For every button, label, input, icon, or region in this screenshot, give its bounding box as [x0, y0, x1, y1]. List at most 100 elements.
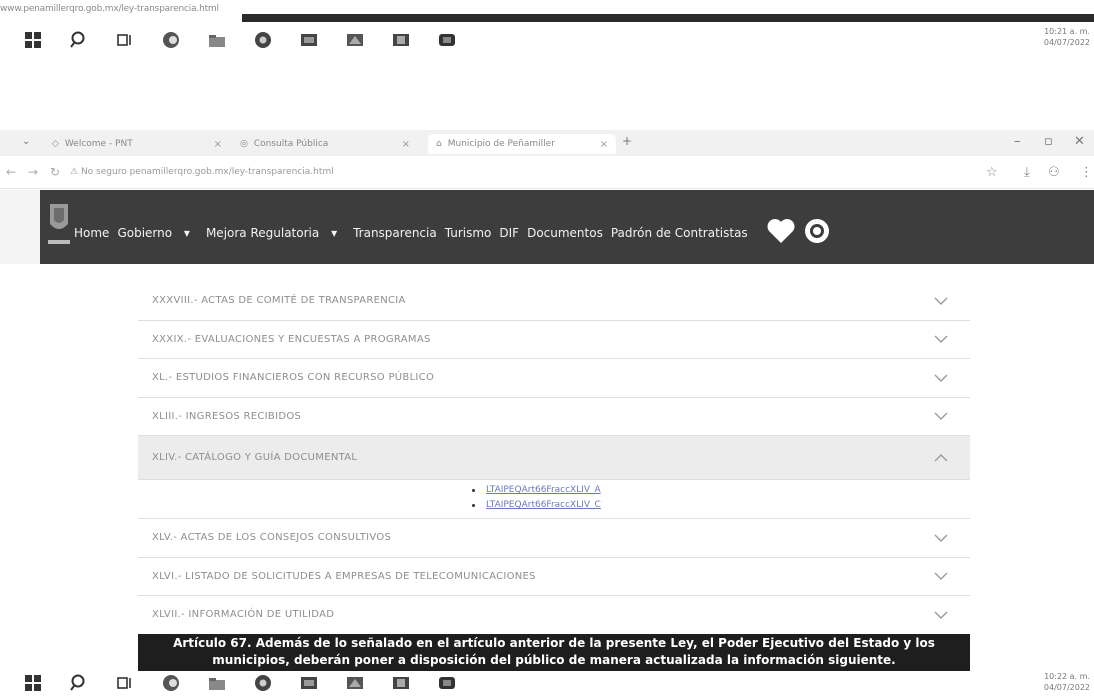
warning-icon: ⚠	[70, 167, 79, 177]
nav-transparencia[interactable]: Transparencia	[353, 226, 437, 240]
eye-accessibility-icon[interactable]	[804, 218, 830, 247]
accordion-item-label: XLVII.- INFORMACIÓN DE UTILIDAD	[152, 609, 335, 621]
close-window-icon[interactable]: ✕	[1074, 134, 1085, 149]
edge-icon[interactable]	[160, 31, 182, 49]
media-icon[interactable]	[436, 31, 458, 49]
browser-tab-strip: ⌄ ◇ Welcome - PNT × ◎ Consulta Pública ×…	[0, 130, 1094, 156]
accordion-item[interactable]: XLIII.- INGRESOS RECIBIDOS	[138, 398, 970, 436]
accordion-item[interactable]: XL.- ESTUDIOS FINANCIEROS CON RECURSO PÚ…	[138, 359, 970, 398]
site-navigation: Home Gobierno ▾ Mejora Regulatoria ▾ Tra…	[74, 218, 838, 247]
taskbar-bottom: 10:22 a. m. 04/07/2022	[0, 669, 1094, 697]
accordion-item[interactable]: XXXIX.- EVALUACIONES Y ENCUESTAS A PROGR…	[138, 321, 970, 359]
document-link[interactable]: LTAIPEQArt66FraccXLIV_C	[472, 498, 601, 513]
search-icon[interactable]	[68, 31, 90, 49]
dropdown-caret-icon: ▾	[331, 225, 338, 240]
accordion-item[interactable]: XXXVIII.- ACTAS DE COMITÉ DE TRANSPARENC…	[138, 282, 970, 321]
app-icon[interactable]	[298, 674, 320, 692]
chrome-icon[interactable]	[252, 674, 274, 692]
chevron-down-icon	[934, 534, 948, 542]
chrome-icon[interactable]	[252, 31, 274, 49]
nav-home[interactable]: Home	[74, 226, 109, 240]
clock-date: 04/07/2022	[1043, 38, 1090, 47]
document-link[interactable]: LTAIPEQArt66FraccXLIV_A	[472, 483, 601, 498]
tab-search-chevron-icon[interactable]: ⌄	[22, 136, 30, 147]
maximize-icon[interactable]: ▫	[1044, 134, 1053, 149]
article-caption: Artículo 67. Además de lo señalado en el…	[138, 634, 970, 671]
site-favicon-icon: ⌂	[436, 139, 442, 149]
download-icon[interactable]: ⤓	[1024, 165, 1030, 180]
windows-start-icon[interactable]	[22, 31, 44, 49]
tab-consulta-publica[interactable]: ◎ Consulta Pública ×	[240, 134, 410, 154]
media-icon[interactable]	[436, 674, 458, 692]
minimize-icon[interactable]: –	[1014, 134, 1021, 149]
chevron-down-icon	[934, 412, 948, 421]
app-icon[interactable]	[344, 674, 366, 692]
url-field[interactable]: ⚠ No seguro penamillerqro.gob.mx/ley-tra…	[70, 167, 334, 177]
municipality-logo-icon[interactable]	[46, 200, 72, 250]
nav-documentos[interactable]: Documentos	[527, 226, 603, 240]
clock-time: 10:22 a. m.	[1044, 672, 1090, 681]
heart-icon[interactable]	[766, 218, 796, 247]
transparency-accordion: XXXVIII.- ACTAS DE COMITÉ DE TRANSPARENC…	[138, 282, 970, 635]
accordion-item-open[interactable]: XLIV.- CATÁLOGO Y GUÍA DOCUMENTAL	[138, 436, 970, 480]
caption-line: municipios, deberán poner a disposición …	[212, 653, 896, 667]
nav-dif[interactable]: DIF	[499, 226, 519, 240]
tab-label: Consulta Pública	[253, 139, 329, 149]
globe-favicon-icon: ◎	[240, 139, 248, 149]
forward-arrow-icon[interactable]: →	[28, 165, 38, 179]
file-explorer-icon[interactable]	[206, 674, 228, 692]
reload-icon[interactable]: ↻	[50, 165, 60, 179]
chevron-down-icon	[934, 572, 948, 581]
nav-turismo[interactable]: Turismo	[445, 226, 492, 240]
accordion-item[interactable]: XLV.- ACTAS DE LOS CONSEJOS CONSULTIVOS	[138, 519, 970, 558]
app-icon[interactable]	[344, 31, 366, 49]
page-left-margin	[0, 190, 40, 264]
tab-municipio-penamiller[interactable]: ⌂ Municipio de Peñamiller ×	[428, 134, 616, 154]
accordion-item-label: XXXIX.- EVALUACIONES Y ENCUESTAS A PROGR…	[152, 333, 431, 345]
nav-gobierno[interactable]: Gobierno ▾	[117, 226, 198, 240]
url-text: No seguro penamillerqro.gob.mx/ley-trans…	[80, 167, 334, 177]
windows-start-icon[interactable]	[22, 674, 44, 692]
task-view-icon[interactable]	[114, 674, 136, 692]
pnt-favicon-icon: ◇	[52, 139, 59, 149]
app-icon[interactable]	[390, 674, 412, 692]
clock-time: 10:21 a. m.	[1044, 27, 1090, 36]
dropdown-caret-icon: ▾	[183, 225, 190, 240]
address-bar: ← → ↻ ⚠ No seguro penamillerqro.gob.mx/l…	[0, 158, 1094, 189]
tab-label: Municipio de Peñamiller	[447, 139, 555, 149]
search-icon[interactable]	[68, 674, 90, 692]
nav-padron-contratistas[interactable]: Padrón de Contratistas	[611, 226, 748, 240]
accordion-item[interactable]: XLVI.- LISTADO DE SOLICITUDES A EMPRESAS…	[138, 558, 970, 596]
scan-dark-band	[242, 14, 1094, 22]
close-tab-icon[interactable]: ×	[214, 139, 222, 150]
accordion-item-label: XLIV.- CATÁLOGO Y GUÍA DOCUMENTAL	[152, 452, 358, 463]
accordion-item-label: XLVI.- LISTADO DE SOLICITUDES A EMPRESAS…	[152, 570, 536, 582]
bookmark-star-icon[interactable]: ☆	[986, 165, 998, 180]
accordion-item-label: XL.- ESTUDIOS FINANCIEROS CON RECURSO PÚ…	[152, 372, 435, 384]
new-tab-button[interactable]: +	[622, 134, 632, 148]
close-tab-icon[interactable]: ×	[402, 139, 410, 150]
file-explorer-icon[interactable]	[206, 31, 228, 49]
tab-label: Welcome - PNT	[64, 139, 133, 149]
chevron-down-icon	[934, 335, 948, 344]
accordion-panel: LTAIPEQArt66FraccXLIV_A LTAIPEQArt66Frac…	[138, 480, 970, 519]
back-arrow-icon[interactable]: ←	[6, 165, 16, 179]
edge-icon[interactable]	[160, 674, 182, 692]
task-view-icon[interactable]	[114, 31, 136, 49]
accordion-item[interactable]: XLVII.- INFORMACIÓN DE UTILIDAD	[138, 596, 970, 635]
nav-label: Mejora Regulatoria	[205, 225, 320, 240]
chevron-up-icon	[934, 453, 948, 461]
app-icon[interactable]	[298, 31, 320, 49]
close-tab-icon[interactable]: ×	[600, 139, 608, 150]
document-link-list: LTAIPEQArt66FraccXLIV_A LTAIPEQArt66Frac…	[472, 483, 601, 513]
tab-welcome-pnt[interactable]: ◇ Welcome - PNT ×	[52, 134, 222, 154]
taskbar-top: 10:21 a. m. 04/07/2022	[0, 22, 1094, 58]
profile-icon[interactable]: ⚇	[1048, 165, 1060, 180]
menu-dots-icon[interactable]: ⋮	[1080, 165, 1093, 180]
nav-mejora-regulatoria[interactable]: Mejora Regulatoria ▾	[206, 226, 345, 240]
accordion-item-label: XLIII.- INGRESOS RECIBIDOS	[152, 410, 302, 422]
chevron-down-icon	[934, 297, 948, 305]
site-header: Home Gobierno ▾ Mejora Regulatoria ▾ Tra…	[40, 190, 1094, 264]
accordion-item-label: XXXVIII.- ACTAS DE COMITÉ DE TRANSPARENC…	[152, 295, 406, 307]
app-icon[interactable]	[390, 31, 412, 49]
